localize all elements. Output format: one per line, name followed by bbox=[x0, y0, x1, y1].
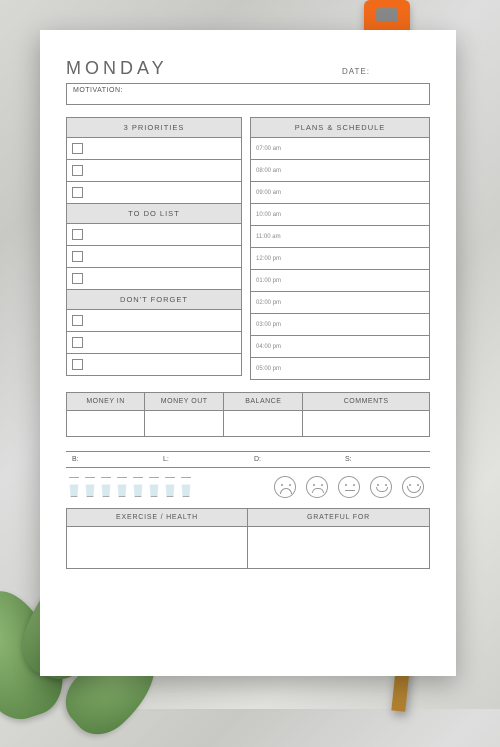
time-label: 08:00 am bbox=[256, 168, 281, 174]
money-out-col: MONEY OUT bbox=[145, 392, 224, 437]
water-glass-icon[interactable] bbox=[100, 477, 112, 497]
schedule-row[interactable]: 04:00 pm bbox=[250, 336, 430, 358]
checkbox[interactable] bbox=[72, 143, 83, 154]
dont-forget-row[interactable] bbox=[66, 332, 242, 354]
water-glass-icon[interactable] bbox=[116, 477, 128, 497]
meal-d[interactable]: D: bbox=[248, 452, 339, 467]
priority-row[interactable] bbox=[66, 182, 242, 204]
checkbox[interactable] bbox=[72, 229, 83, 240]
grateful-header: GRATEFUL FOR bbox=[248, 508, 430, 527]
checkbox[interactable] bbox=[72, 359, 83, 370]
schedule-row[interactable]: 10:00 am bbox=[250, 204, 430, 226]
tracker-row bbox=[66, 468, 430, 508]
mood-happy-icon[interactable] bbox=[402, 476, 424, 498]
planner-sheet: MONDAY DATE: MOTIVATION: 3 PRIORITIES TO… bbox=[40, 30, 456, 676]
water-glass-icon[interactable] bbox=[68, 477, 80, 497]
money-in-body[interactable] bbox=[66, 411, 145, 437]
dont-forget-header: DON'T FORGET bbox=[66, 290, 242, 310]
mood-tracker bbox=[274, 476, 428, 498]
meals-row: B: L: D: S: bbox=[66, 451, 430, 468]
schedule-row[interactable]: 07:00 am bbox=[250, 138, 430, 160]
money-in-header: MONEY IN bbox=[66, 392, 145, 411]
checkbox[interactable] bbox=[72, 165, 83, 176]
balance-header: BALANCE bbox=[224, 392, 303, 411]
footer-section: EXERCISE / HEALTH GRATEFUL FOR bbox=[66, 508, 430, 569]
mood-neutral-icon[interactable] bbox=[338, 476, 360, 498]
left-column: 3 PRIORITIES TO DO LIST DON'T FORGET bbox=[66, 117, 242, 380]
time-label: 11:00 am bbox=[256, 234, 281, 240]
money-in-col: MONEY IN bbox=[66, 392, 145, 437]
comments-body[interactable] bbox=[303, 411, 430, 437]
money-out-header: MONEY OUT bbox=[145, 392, 224, 411]
schedule-row[interactable]: 03:00 pm bbox=[250, 314, 430, 336]
water-glass-icon[interactable] bbox=[84, 477, 96, 497]
water-glass-icon[interactable] bbox=[148, 477, 160, 497]
schedule-row[interactable]: 02:00 pm bbox=[250, 292, 430, 314]
time-label: 07:00 am bbox=[256, 146, 281, 152]
money-out-body[interactable] bbox=[145, 411, 224, 437]
grateful-col: GRATEFUL FOR bbox=[248, 508, 430, 569]
water-tracker bbox=[68, 477, 192, 497]
water-glass-icon[interactable] bbox=[180, 477, 192, 497]
date-label: DATE: bbox=[342, 67, 430, 76]
grateful-body[interactable] bbox=[248, 527, 430, 569]
time-label: 05:00 pm bbox=[256, 366, 281, 372]
time-label: 12:00 pm bbox=[256, 256, 281, 262]
priority-row[interactable] bbox=[66, 138, 242, 160]
motivation-label: MOTIVATION: bbox=[73, 87, 123, 94]
meal-s[interactable]: S: bbox=[339, 452, 430, 467]
time-label: 03:00 pm bbox=[256, 322, 281, 328]
motivation-box[interactable]: MOTIVATION: bbox=[66, 83, 430, 105]
comments-col: COMMENTS bbox=[303, 392, 430, 437]
meal-b[interactable]: B: bbox=[66, 452, 157, 467]
schedule-header: PLANS & SCHEDULE bbox=[250, 117, 430, 138]
todo-row[interactable] bbox=[66, 268, 242, 290]
comments-header: COMMENTS bbox=[303, 392, 430, 411]
checkbox[interactable] bbox=[72, 187, 83, 198]
mood-sad-icon[interactable] bbox=[274, 476, 296, 498]
water-glass-icon[interactable] bbox=[164, 477, 176, 497]
priorities-header: 3 PRIORITIES bbox=[66, 117, 242, 138]
checkbox[interactable] bbox=[72, 337, 83, 348]
priority-row[interactable] bbox=[66, 160, 242, 182]
dont-forget-row[interactable] bbox=[66, 354, 242, 376]
balance-body[interactable] bbox=[224, 411, 303, 437]
money-section: MONEY IN MONEY OUT BALANCE COMMENTS bbox=[66, 392, 430, 437]
time-label: 04:00 pm bbox=[256, 344, 281, 350]
balance-col: BALANCE bbox=[224, 392, 303, 437]
schedule-row[interactable]: 12:00 pm bbox=[250, 248, 430, 270]
mood-smile-icon[interactable] bbox=[370, 476, 392, 498]
schedule-row[interactable]: 05:00 pm bbox=[250, 358, 430, 380]
dont-forget-row[interactable] bbox=[66, 310, 242, 332]
meal-l[interactable]: L: bbox=[157, 452, 248, 467]
time-label: 02:00 pm bbox=[256, 300, 281, 306]
exercise-body[interactable] bbox=[66, 527, 248, 569]
todo-header: TO DO LIST bbox=[66, 204, 242, 224]
schedule-row[interactable]: 08:00 am bbox=[250, 160, 430, 182]
time-label: 01:00 pm bbox=[256, 278, 281, 284]
todo-row[interactable] bbox=[66, 224, 242, 246]
day-heading: MONDAY bbox=[66, 58, 168, 79]
schedule-row[interactable]: 11:00 am bbox=[250, 226, 430, 248]
schedule-column: PLANS & SCHEDULE 07:00 am 08:00 am 09:00… bbox=[250, 117, 430, 380]
schedule-row[interactable]: 01:00 pm bbox=[250, 270, 430, 292]
time-label: 10:00 am bbox=[256, 212, 281, 218]
schedule-row[interactable]: 09:00 am bbox=[250, 182, 430, 204]
water-glass-icon[interactable] bbox=[132, 477, 144, 497]
exercise-header: EXERCISE / HEALTH bbox=[66, 508, 248, 527]
mood-frown-icon[interactable] bbox=[306, 476, 328, 498]
checkbox[interactable] bbox=[72, 251, 83, 262]
time-label: 09:00 am bbox=[256, 190, 281, 196]
todo-row[interactable] bbox=[66, 246, 242, 268]
checkbox[interactable] bbox=[72, 315, 83, 326]
exercise-col: EXERCISE / HEALTH bbox=[66, 508, 248, 569]
checkbox[interactable] bbox=[72, 273, 83, 284]
